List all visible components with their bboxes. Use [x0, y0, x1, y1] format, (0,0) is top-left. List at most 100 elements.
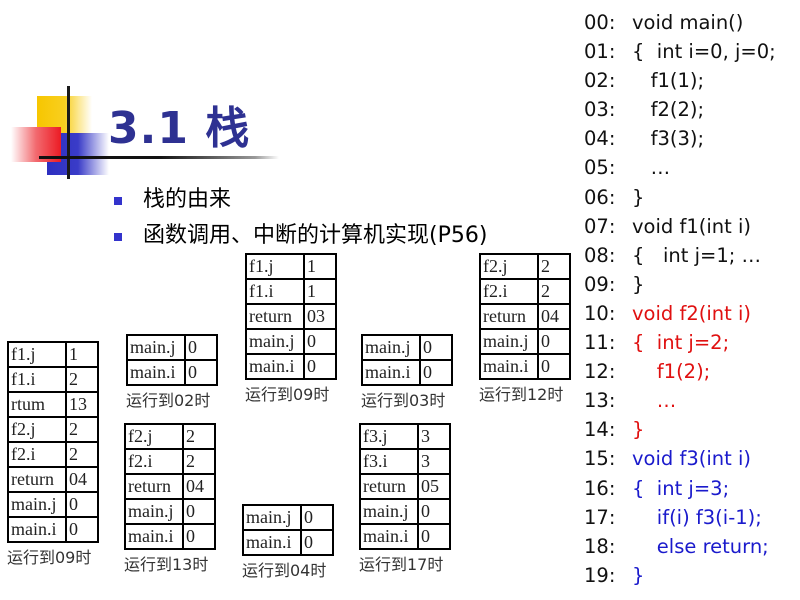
stack-var-value: 3: [417, 423, 451, 450]
stack-caption: 运行到09时: [245, 385, 330, 404]
stack-row: return 04: [479, 303, 571, 330]
line-number: 04:: [584, 127, 616, 151]
stack-var-value: 0: [300, 504, 334, 531]
stack-row: main.j 0: [359, 498, 451, 525]
code-text: …: [632, 156, 671, 180]
code-line: 14:}: [584, 415, 776, 444]
stack-var-value: 3: [417, 448, 451, 475]
code-line: 10: void f2(int i): [584, 299, 776, 328]
code-text: void f2(int i): [632, 301, 751, 325]
line-number: 02:: [584, 69, 616, 93]
stack-var-name: f2.j: [7, 416, 67, 443]
code-text: …: [632, 389, 677, 413]
line-number: 07:: [584, 214, 616, 238]
stack-var-name: f2.i: [479, 278, 539, 305]
stack-var-value: 04: [182, 473, 216, 500]
stack-table: main.j 0 main.i 0: [126, 334, 218, 386]
stack-var-name: main.j: [479, 328, 539, 355]
stack-table: f3.j 3 f3.i 3 return 05 main.j 0 main.i 0: [359, 423, 451, 550]
stack-var-value: 05: [417, 473, 451, 500]
stack-var-name: main.i: [126, 359, 186, 386]
stack-var-value: 0: [184, 334, 218, 361]
line-number: 10:: [584, 301, 616, 325]
stack-row: main.j 0: [245, 328, 337, 355]
stack-var-name: f2.i: [7, 441, 67, 468]
line-number: 06:: [584, 185, 616, 209]
code-line: 06:}: [584, 183, 776, 212]
stack-row: f1.i 2: [7, 366, 99, 393]
stack-table: main.j 0 main.i 0: [242, 504, 334, 556]
line-number: 18:: [584, 534, 616, 558]
stack-row: main.i 0: [245, 353, 337, 380]
stack-row: main.i 0: [126, 359, 218, 386]
stack-var-value: 0: [65, 516, 99, 543]
code-line: 04: f3(3);: [584, 124, 776, 153]
stack-var-value: 0: [417, 498, 451, 525]
stack-table: f2.j 2 f2.i 2 return 04 main.j 0 main.i 0: [479, 253, 571, 380]
stack-var-value: 13: [65, 391, 99, 418]
stack-row: return 04: [7, 466, 99, 493]
stack-var-name: main.j: [124, 498, 184, 525]
stack-caption: 运行到02时: [126, 391, 211, 410]
stack-diagram: main.j 0 main.i 0 运行到02时: [126, 334, 218, 411]
stack-row: f2.i 2: [124, 448, 216, 475]
stack-var-value: 2: [182, 448, 216, 475]
stack-var-value: 1: [303, 278, 337, 305]
stack-caption: 运行到13时: [124, 555, 209, 574]
code-text: }: [632, 272, 645, 296]
stack-var-name: f1.j: [245, 253, 305, 280]
line-number: 01:: [584, 40, 616, 64]
stack-row: main.j 0: [242, 504, 334, 531]
stack-var-value: 2: [65, 441, 99, 468]
stack-var-value: 0: [182, 523, 216, 550]
stack-table: f2.j 2 f2.i 2 return 04 main.j 0 main.i 0: [124, 423, 216, 550]
code-text: f3(3);: [632, 127, 705, 151]
stack-var-name: rtum: [7, 391, 67, 418]
line-number: 11:: [584, 331, 616, 355]
stack-row: return 05: [359, 473, 451, 500]
stack-row: rtum 13: [7, 391, 99, 418]
stack-var-name: return: [479, 303, 539, 330]
code-line: 07: void f1(int i): [584, 212, 776, 241]
stack-var-name: main.i: [361, 359, 421, 386]
stack-var-name: return: [359, 473, 419, 500]
code-line: 17: if(i) f3(i-1);: [584, 503, 776, 532]
code-text: void f1(int i): [632, 214, 751, 238]
stack-row: main.i 0: [361, 359, 453, 386]
code-line: 03: f2(2);: [584, 95, 776, 124]
stack-diagram: f2.j 2 f2.i 2 return 04 main.j 0 main.i 0 运行到12时: [479, 253, 574, 405]
stack-row: main.i 0: [359, 523, 451, 550]
code-line: 19:}: [584, 561, 776, 590]
stack-var-name: main.i: [359, 523, 419, 550]
code-text: { int j=1; …: [632, 243, 762, 267]
title-underline: [39, 156, 279, 159]
code-line: 18: else return;: [584, 532, 776, 561]
code-text: { int j=2;: [632, 331, 730, 355]
stack-var-value: 0: [417, 523, 451, 550]
line-number: 17:: [584, 505, 616, 529]
stack-row: f3.j 3: [359, 423, 451, 450]
line-number: 05:: [584, 156, 616, 180]
code-line: 01: { int i=0, j=0;: [584, 37, 776, 66]
line-number: 12:: [584, 360, 616, 384]
code-line: 00: void main(): [584, 8, 776, 37]
line-number: 09:: [584, 272, 616, 296]
line-number: 19:: [584, 563, 616, 587]
stack-diagram: f3.j 3 f3.i 3 return 05 main.j 0 main.i 0 运行到17时: [359, 423, 454, 575]
stack-row: main.j 0: [124, 498, 216, 525]
stack-var-value: 0: [303, 353, 337, 380]
code-text: { int i=0, j=0;: [632, 40, 776, 64]
bullet-text: 函数调用、中断的计算机实现(P56): [143, 223, 488, 248]
stack-caption: 运行到09时: [7, 548, 92, 567]
stack-var-value: 2: [537, 278, 571, 305]
code-listing: 00: void main() 01: { int i=0, j=0; 02: f1(1…: [584, 8, 776, 590]
logo-vertical-line: [67, 86, 70, 179]
stack-table: f1.j 1 f1.i 1 return 03 main.j 0 main.i 0: [245, 253, 337, 380]
stack-var-value: 2: [65, 416, 99, 443]
stack-var-value: 2: [65, 366, 99, 393]
stack-row: main.j 0: [126, 334, 218, 361]
stack-caption: 运行到17时: [359, 555, 444, 574]
code-line: 13: …: [584, 386, 776, 415]
code-text: }: [632, 563, 645, 587]
code-line: 02: f1(1);: [584, 66, 776, 95]
